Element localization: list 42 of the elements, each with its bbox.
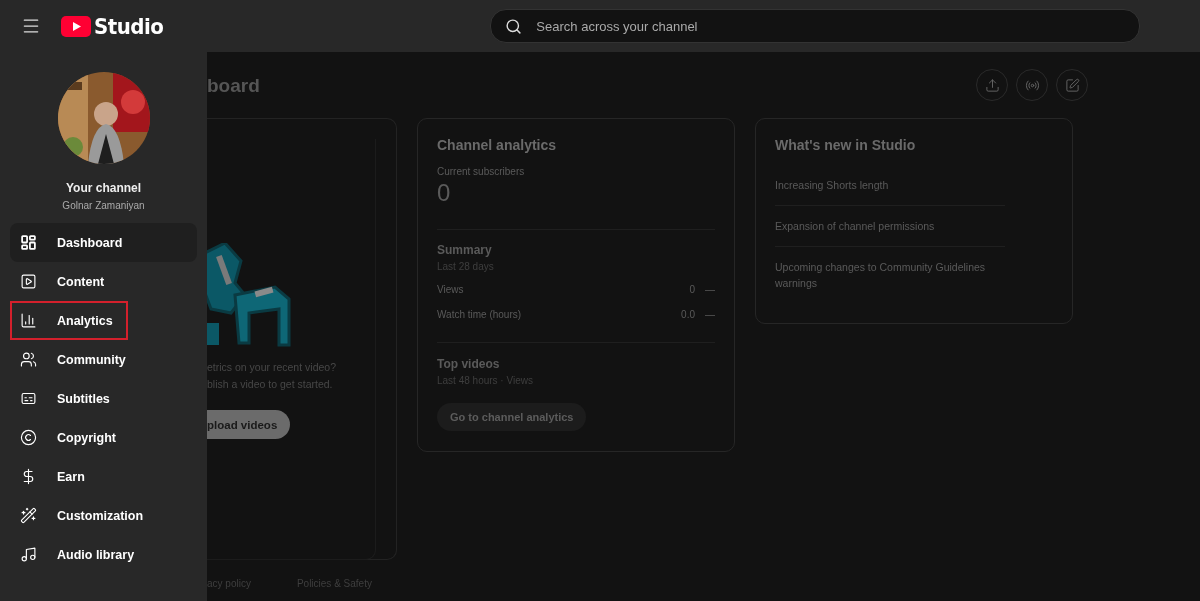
bar-chart-icon [20,312,37,329]
nav-item[interactable]: Analytics [10,301,128,340]
play-icon [20,273,37,290]
search-bar[interactable]: Search across your channel [490,9,1141,43]
nav-item[interactable]: Dashboard [10,223,197,262]
nav-item[interactable]: Earn [10,457,197,496]
channel-label: Your channel [65,181,142,195]
trend-text: — [705,284,715,295]
nav-item[interactable]: Community [10,340,197,379]
upload-icon [984,77,1000,93]
nav-item[interactable]: Subtitles [10,379,197,418]
edit-button[interactable] [1056,69,1088,101]
play-logo-icon [61,15,91,37]
card-title: What's new in Studio [775,137,917,153]
music-note-icon [20,546,37,563]
subscriber-count: 0 [437,179,452,207]
captions-icon [20,390,37,407]
people-icon [20,351,37,368]
subscribers-label: Current subscribers [437,166,526,177]
metric-value: 0.0 [681,309,695,320]
upload-button[interactable] [976,69,1008,101]
studio-logo[interactable]: Studio [61,13,164,39]
metric-label: Watch time (hours) [437,309,522,320]
search-icon [505,17,523,35]
pencil-icon [1064,77,1080,93]
nav-item[interactable]: Content [10,262,197,301]
trend-text: — [705,309,715,320]
nav-item[interactable]: Audio library [10,535,197,574]
summary-title: Summary [437,243,493,257]
magic-wand-icon [20,507,37,524]
nav-item[interactable]: Customization [10,496,197,535]
dashboard-icon [20,234,37,251]
top-videos-title: Top videos [437,357,501,371]
live-button[interactable] [1016,69,1048,101]
nav-item[interactable]: Copyright [10,418,197,457]
search-field[interactable]: Search across your channel [534,17,1126,35]
channel-name: Golnar Zamaniyan [62,200,145,211]
metric-value: 0 [689,284,695,295]
card-title: Channel analytics [437,137,558,153]
metric-label: Views [437,284,464,295]
copyright-icon [20,429,37,446]
page-title: board [207,75,260,97]
